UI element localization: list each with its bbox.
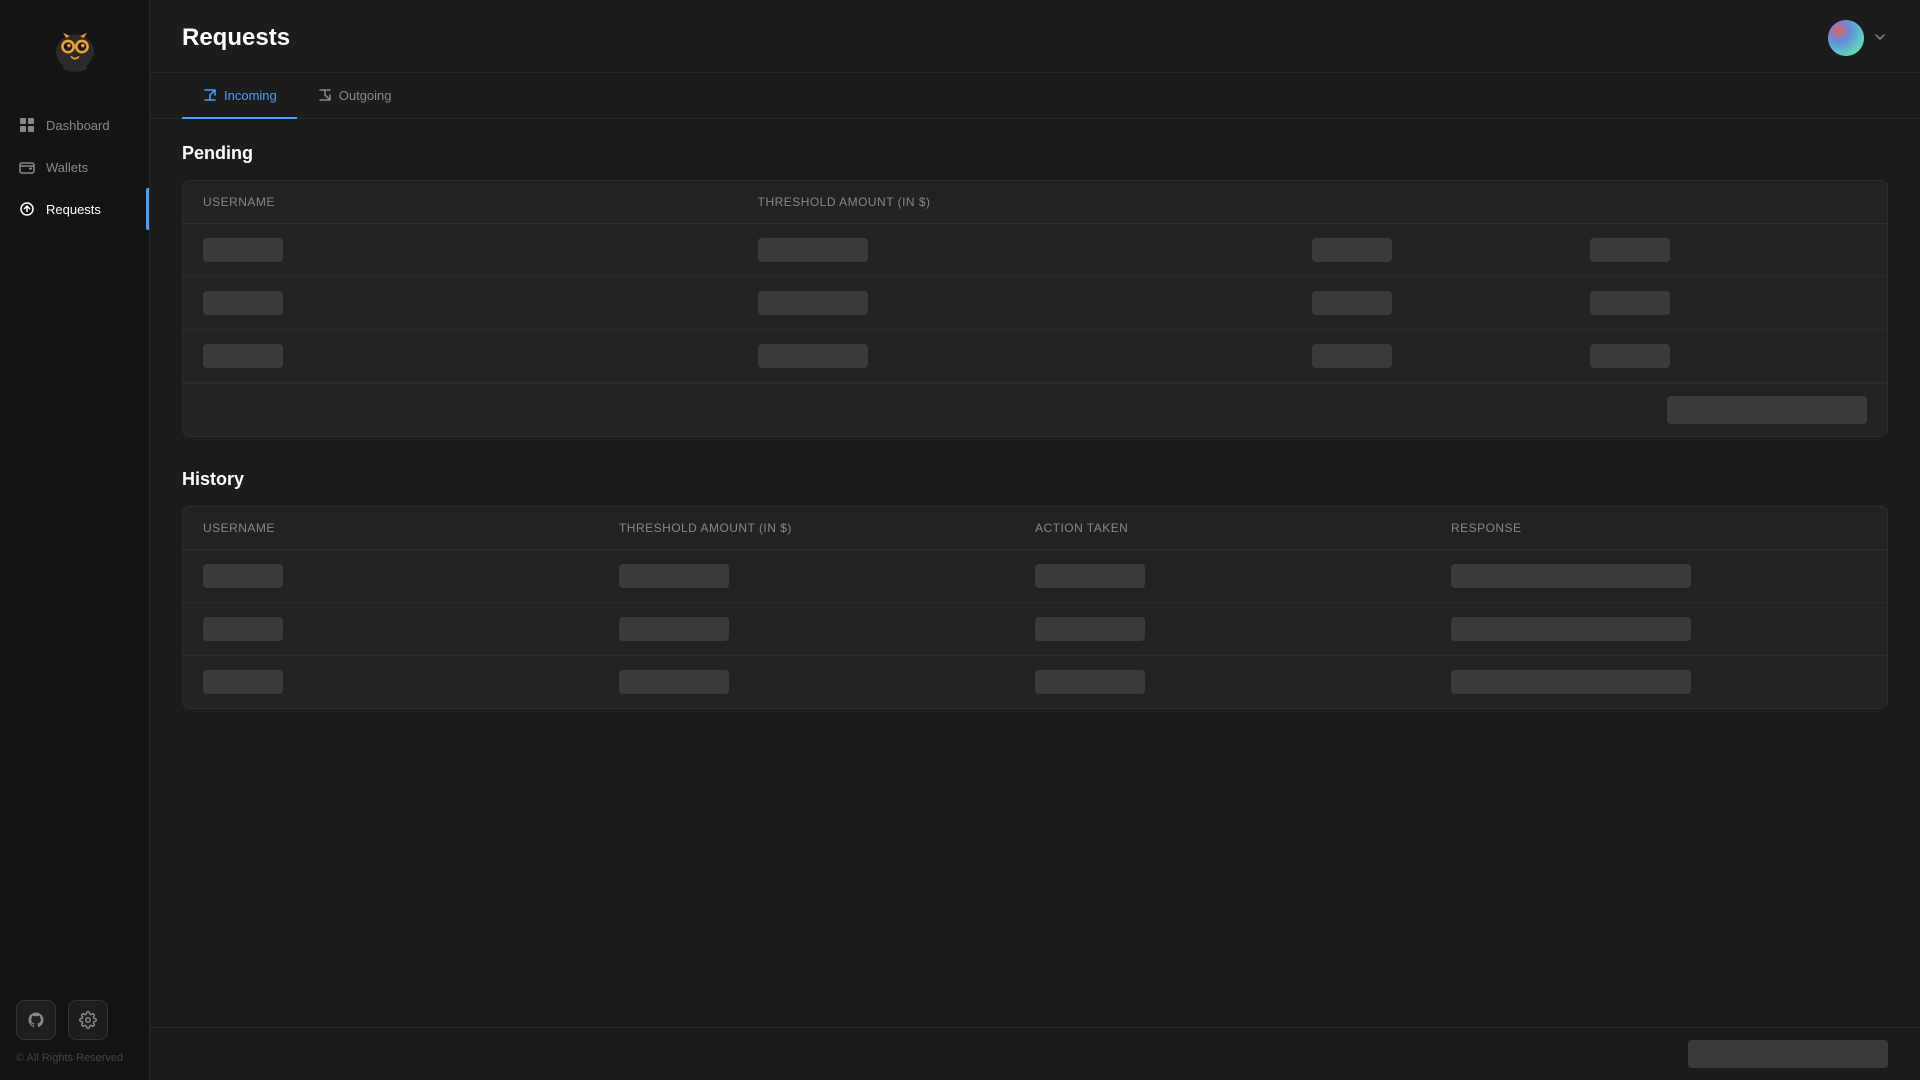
tab-outgoing[interactable]: Outgoing xyxy=(297,73,412,119)
skeleton-username xyxy=(203,238,283,262)
sidebar-item-label: Dashboard xyxy=(46,118,110,133)
history-pagination-skeleton xyxy=(1688,1040,1888,1068)
incoming-tab-icon xyxy=(202,87,218,103)
history-table-header: Username Threshold Amount (in $) Action … xyxy=(183,507,1887,550)
table-row xyxy=(183,656,1887,708)
pending-col-action1 xyxy=(1312,195,1589,209)
skeleton-action xyxy=(1035,670,1145,694)
skeleton-amount xyxy=(758,291,868,315)
skeleton-amount xyxy=(619,564,729,588)
history-col-username: Username xyxy=(203,521,619,535)
footer-icons xyxy=(16,1000,133,1040)
skeleton-username xyxy=(203,670,283,694)
skeleton-amount xyxy=(758,344,868,368)
pending-col-threshold: Threshold Amount (in $) xyxy=(758,195,1313,209)
page-title: Requests xyxy=(182,24,290,52)
skeleton-action2 xyxy=(1590,291,1670,315)
wallet-icon xyxy=(18,158,36,176)
table-row xyxy=(183,330,1887,383)
copyright-text: © All Rights Reserved xyxy=(16,1052,133,1064)
header-actions xyxy=(1828,20,1888,56)
history-col-threshold: Threshold Amount (in $) xyxy=(619,521,1035,535)
sidebar-item-dashboard[interactable]: Dashboard xyxy=(0,104,149,146)
skeleton-action1 xyxy=(1312,238,1392,262)
skeleton-amount xyxy=(619,617,729,641)
sidebar-item-label: Requests xyxy=(46,202,101,217)
pending-table: Username Threshold Amount (in $) xyxy=(182,180,1888,437)
skeleton-response xyxy=(1451,670,1691,694)
history-table: Username Threshold Amount (in $) Action … xyxy=(182,506,1888,709)
skeleton-response xyxy=(1451,617,1691,641)
pending-pagination-skeleton xyxy=(1667,396,1867,424)
owl-logo-icon xyxy=(49,24,101,76)
sidebar-item-requests[interactable]: Requests xyxy=(0,188,149,230)
avatar-image xyxy=(1828,20,1864,56)
main-content: Requests xyxy=(150,0,1920,1080)
sidebar-item-label: Wallets xyxy=(46,160,88,175)
profile-dropdown-icon[interactable] xyxy=(1872,29,1888,48)
requests-icon xyxy=(18,200,36,218)
sidebar-logo xyxy=(0,0,149,96)
skeleton-action1 xyxy=(1312,291,1392,315)
history-section-title: History xyxy=(182,469,1888,490)
table-row xyxy=(183,224,1887,277)
skeleton-action2 xyxy=(1590,344,1670,368)
sidebar-footer: © All Rights Reserved xyxy=(0,984,149,1080)
github-button[interactable] xyxy=(16,1000,56,1040)
tab-incoming-label: Incoming xyxy=(224,88,277,103)
grid-icon xyxy=(18,116,36,134)
skeleton-username xyxy=(203,291,283,315)
tabs-container: Incoming Outgoing xyxy=(150,73,1920,119)
avatar[interactable] xyxy=(1828,20,1864,56)
sidebar-item-wallets[interactable]: Wallets xyxy=(0,146,149,188)
sidebar: Dashboard Wallets Requests xyxy=(0,0,150,1080)
skeleton-amount xyxy=(619,670,729,694)
skeleton-action xyxy=(1035,564,1145,588)
table-row xyxy=(183,277,1887,330)
history-col-action: Action Taken xyxy=(1035,521,1451,535)
skeleton-username xyxy=(203,344,283,368)
pending-col-username: Username xyxy=(203,195,758,209)
pending-table-header: Username Threshold Amount (in $) xyxy=(183,181,1887,224)
skeleton-amount xyxy=(758,238,868,262)
tab-outgoing-label: Outgoing xyxy=(339,88,392,103)
skeleton-username xyxy=(203,564,283,588)
skeleton-action2 xyxy=(1590,238,1670,262)
settings-button[interactable] xyxy=(68,1000,108,1040)
tab-incoming[interactable]: Incoming xyxy=(182,73,297,119)
settings-icon xyxy=(79,1011,97,1029)
page-content: Pending Username Threshold Amount (in $) xyxy=(150,119,1920,1027)
history-col-response: Response xyxy=(1451,521,1867,535)
outgoing-tab-icon xyxy=(317,87,333,103)
pending-section-title: Pending xyxy=(182,143,1888,164)
pending-col-action2 xyxy=(1590,195,1867,209)
table-row xyxy=(183,550,1887,603)
github-icon xyxy=(27,1011,45,1029)
skeleton-action xyxy=(1035,617,1145,641)
sidebar-navigation: Dashboard Wallets Requests xyxy=(0,96,149,984)
history-table-footer xyxy=(150,1027,1920,1080)
page-header: Requests xyxy=(150,0,1920,73)
pending-table-footer xyxy=(183,383,1887,436)
skeleton-action1 xyxy=(1312,344,1392,368)
skeleton-username xyxy=(203,617,283,641)
table-row xyxy=(183,603,1887,656)
skeleton-response xyxy=(1451,564,1691,588)
